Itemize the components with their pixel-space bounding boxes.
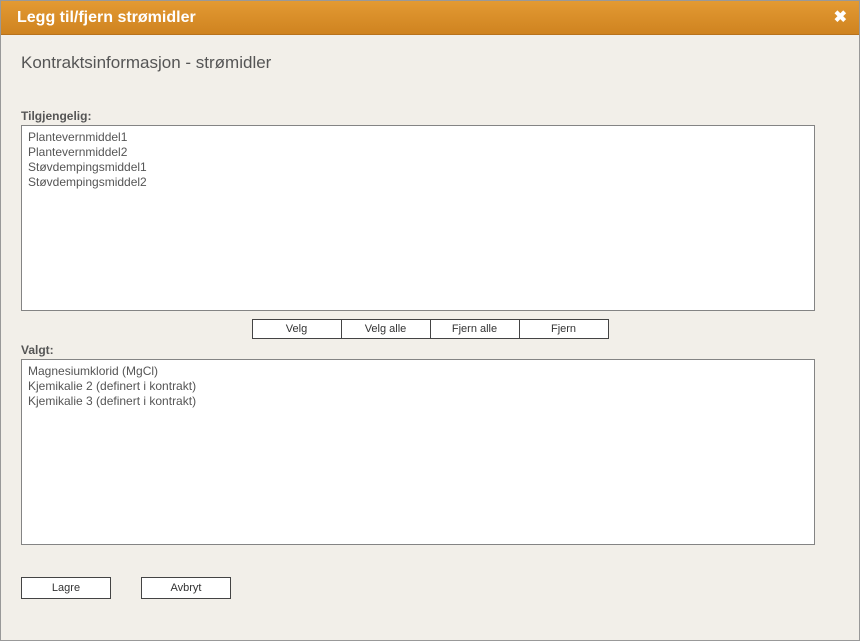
list-item[interactable]: Plantevernmiddel1 bbox=[27, 130, 809, 145]
list-item[interactable]: Kjemikalie 3 (definert i kontrakt) bbox=[27, 394, 809, 409]
available-listbox[interactable]: Plantevernmiddel1Plantevernmiddel2Støvde… bbox=[21, 125, 815, 311]
transfer-button-row: Velg Velg alle Fjern alle Fjern bbox=[21, 319, 839, 339]
remove-button[interactable]: Fjern bbox=[519, 319, 609, 339]
close-icon[interactable]: ✖ bbox=[834, 10, 847, 26]
list-item[interactable]: Kjemikalie 2 (definert i kontrakt) bbox=[27, 379, 809, 394]
selected-listbox[interactable]: Magnesiumklorid (MgCl)Kjemikalie 2 (defi… bbox=[21, 359, 815, 545]
list-item[interactable]: Plantevernmiddel2 bbox=[27, 145, 809, 160]
titlebar: Legg til/fjern strømidler ✖ bbox=[1, 1, 859, 35]
cancel-button[interactable]: Avbryt bbox=[141, 577, 231, 599]
remove-all-button[interactable]: Fjern alle bbox=[430, 319, 520, 339]
select-all-button[interactable]: Velg alle bbox=[341, 319, 431, 339]
available-label: Tilgjengelig: bbox=[21, 109, 839, 123]
selected-label: Valgt: bbox=[21, 343, 839, 357]
save-button[interactable]: Lagre bbox=[21, 577, 111, 599]
select-button[interactable]: Velg bbox=[252, 319, 342, 339]
footer-buttons: Lagre Avbryt bbox=[21, 577, 839, 599]
dialog: Legg til/fjern strømidler ✖ Kontraktsinf… bbox=[0, 0, 860, 641]
list-item[interactable]: Magnesiumklorid (MgCl) bbox=[27, 364, 809, 379]
list-item[interactable]: Støvdempingsmiddel1 bbox=[27, 160, 809, 175]
page-subheading: Kontraktsinformasjon - strømidler bbox=[21, 53, 839, 73]
list-item[interactable]: Støvdempingsmiddel2 bbox=[27, 175, 809, 190]
dialog-content: Kontraktsinformasjon - strømidler Tilgje… bbox=[1, 35, 859, 613]
dialog-title: Legg til/fjern strømidler bbox=[17, 9, 196, 27]
